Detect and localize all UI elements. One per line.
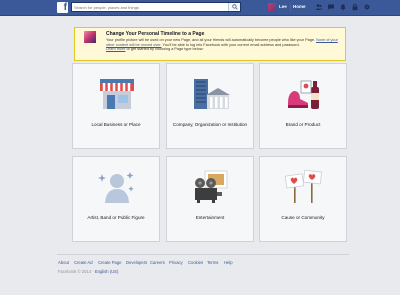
notice-text-3: or get started by choosing a Page type b… [126, 47, 204, 52]
footer-link-terms[interactable]: Terms [207, 260, 218, 265]
copyright-text: Facebook © 2014 · [58, 269, 94, 274]
language-link[interactable]: English (US) [95, 269, 119, 274]
footer-link-create-ad[interactable]: Create Ad [74, 260, 93, 265]
category-cause[interactable]: Cause or Community [259, 156, 347, 242]
learn-more-link[interactable]: Learn more [106, 47, 125, 51]
notifications-icon[interactable] [339, 3, 347, 11]
top-navigation-bar: f Lee Home [0, 0, 400, 16]
search-box [71, 2, 241, 12]
notice-text-2: You'll be able to log into Facebook with… [162, 42, 300, 47]
category-label: Brand or Product [285, 122, 321, 127]
privacy-shortcuts-icon[interactable] [351, 3, 359, 11]
friend-requests-icon[interactable] [315, 3, 323, 11]
footer-link-developers[interactable]: Developers [126, 260, 147, 265]
search-input[interactable] [74, 3, 224, 11]
facebook-logo[interactable]: f [57, 2, 68, 13]
category-label: Company, Organization or Institution [172, 122, 248, 127]
notice-text-1: Your profile picture will be used on you… [106, 38, 316, 42]
brand-products-icon [288, 80, 319, 109]
settings-icon[interactable] [363, 3, 371, 11]
footer-link-create-page[interactable]: Create Page [98, 260, 122, 265]
footer-link-cookies[interactable]: Cookies [188, 260, 203, 265]
film-projector-icon [195, 170, 228, 203]
search-icon [232, 4, 238, 10]
category-company[interactable]: Company, Organization or Institution [166, 63, 254, 149]
footer-link-help[interactable]: Help [224, 260, 233, 265]
category-label: Local Business or Place [91, 122, 141, 127]
timeline-conversion-notice: Change Your Personal Timeline to a Page … [74, 27, 346, 61]
footer-link-about[interactable]: About [58, 260, 69, 265]
category-local-business[interactable]: Local Business or Place [72, 63, 160, 149]
messages-icon[interactable] [327, 3, 335, 11]
profile-link[interactable]: Lee [279, 4, 287, 9]
category-label: Cause or Community [281, 215, 325, 220]
search-button[interactable] [228, 3, 240, 11]
category-artist[interactable]: Artist, Band or Public Figure [72, 156, 160, 242]
footer-divider [57, 254, 349, 255]
protest-signs-icon [284, 170, 323, 203]
notice-title: Change Your Personal Timeline to a Page [106, 31, 205, 37]
category-brand[interactable]: Brand or Product [259, 63, 347, 149]
category-label: Entertainment [195, 215, 225, 220]
office-building-icon [194, 79, 230, 109]
notice-body: Your profile picture will be used on you… [106, 38, 342, 52]
copyright: Facebook © 2014 · English (US) [58, 269, 118, 274]
home-link[interactable]: Home [293, 4, 306, 9]
topbar-divider [290, 3, 291, 12]
footer-link-privacy[interactable]: Privacy [169, 260, 183, 265]
storefront-icon [100, 79, 134, 109]
footer-link-careers[interactable]: Careers [150, 260, 165, 265]
public-figure-icon [98, 172, 134, 203]
user-avatar[interactable] [268, 3, 276, 11]
category-entertainment[interactable]: Entertainment [166, 156, 254, 242]
profile-picture-thumbnail [84, 31, 96, 43]
category-label: Artist, Band or Public Figure [87, 215, 145, 220]
